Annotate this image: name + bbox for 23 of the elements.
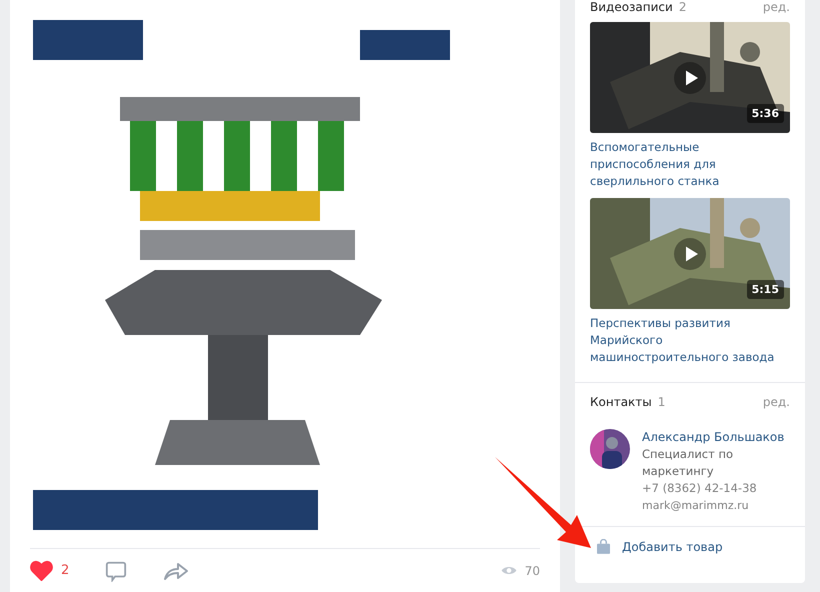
play-icon[interactable] [674,238,706,270]
play-icon[interactable] [674,62,706,94]
contact-phone: +7 (8362) 42-14-38 [642,480,758,497]
contacts-count: 1 [658,395,666,409]
bag-icon [597,539,610,554]
avatar[interactable] [590,429,630,469]
like-button[interactable]: 2 [30,560,70,581]
contact-role: Специалист по маркетингу [642,446,734,480]
videos-heading[interactable]: Видеозаписи [590,0,673,14]
arrow-icon [493,455,593,550]
contacts-heading[interactable]: Контакты [590,395,652,409]
comment-icon[interactable] [105,560,128,582]
contact-email: mark@marimmz.ru [642,498,750,514]
like-count: 2 [61,563,70,578]
add-product-link[interactable]: Добавить товар [597,539,805,554]
video-duration: 5:36 [746,104,784,123]
view-count: 70 [524,564,540,578]
eye-icon [500,565,517,576]
contact-name[interactable]: Александр Большаков [642,429,784,446]
video-title[interactable]: Перспективы развития Марийского машиностроительного завода [590,315,795,366]
video-duration: 5:15 [746,280,784,299]
video-title[interactable]: Вспомогательные приспособления для сверлильного станка [590,139,795,190]
videos-count: 2 [678,0,686,14]
